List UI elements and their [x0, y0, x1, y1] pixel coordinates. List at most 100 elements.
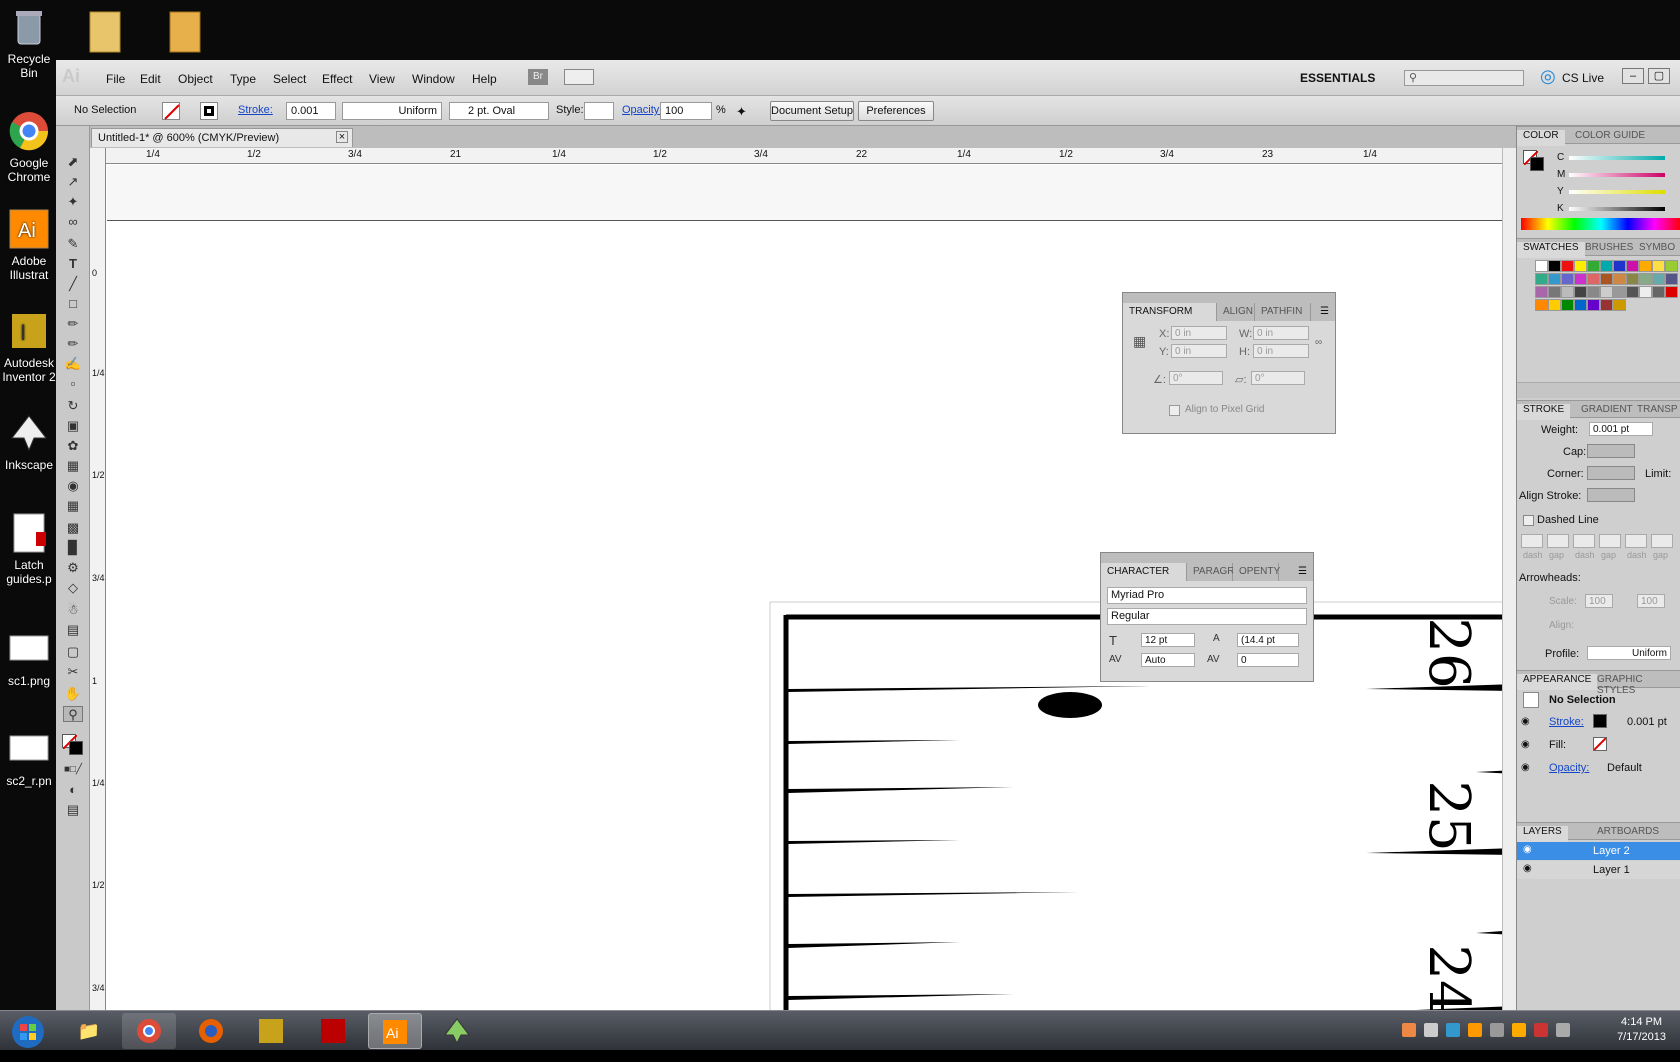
color-swatch[interactable]	[1535, 299, 1548, 311]
graphic-style-picker[interactable]	[584, 102, 614, 120]
stroke-label[interactable]: Stroke:	[238, 104, 273, 116]
color-spectrum[interactable]	[1521, 218, 1680, 230]
type-tool-icon[interactable]: T	[63, 256, 83, 272]
menu-edit[interactable]: Edit	[140, 72, 161, 86]
tab-pathfinder[interactable]: PATHFIN	[1255, 303, 1311, 321]
dash-gap-fields[interactable]: dash gap dash gap dash gap	[1521, 534, 1680, 562]
draw-mode-icon[interactable]: ◐	[63, 782, 83, 798]
desktop-icon-latch-guides[interactable]: Latch guides.p	[0, 512, 58, 586]
color-swatch[interactable]	[1613, 299, 1626, 311]
tab-layers[interactable]: LAYERS	[1517, 826, 1568, 842]
menu-help[interactable]: Help	[472, 72, 497, 86]
perspective-grid-tool-icon[interactable]: ▦	[63, 498, 83, 514]
visibility-eye-icon[interactable]: ◉	[1521, 762, 1530, 773]
desktop-icon-sc1[interactable]: sc1.png	[0, 628, 58, 688]
menu-effect[interactable]: Effect	[322, 72, 352, 86]
color-swatch[interactable]	[1548, 260, 1561, 272]
menu-file[interactable]: File	[106, 72, 125, 86]
tab-artboards[interactable]: ARTBOARDS	[1591, 826, 1665, 837]
appearance-fill-label[interactable]: Fill:	[1549, 739, 1566, 751]
color-swatch[interactable]	[1535, 286, 1548, 298]
arrange-documents-button[interactable]	[564, 69, 594, 85]
rotate-field[interactable]: 0°	[1169, 371, 1223, 385]
desktop-icon-inkscape[interactable]: Inkscape	[0, 412, 58, 472]
direct-selection-tool-icon[interactable]: ↗	[63, 174, 83, 190]
visibility-eye-icon[interactable]: ◉	[1523, 863, 1532, 874]
tab-align[interactable]: ALIGN	[1217, 303, 1255, 321]
vertical-scrollbar[interactable]	[1502, 148, 1516, 1010]
color-swatch[interactable]	[1548, 299, 1561, 311]
font-family-select[interactable]: Myriad Pro	[1107, 587, 1307, 604]
y-field[interactable]: 0 in	[1171, 344, 1227, 358]
color-swatch[interactable]	[1613, 286, 1626, 298]
reference-point-icon[interactable]: ▦	[1133, 333, 1146, 350]
desktop-icon-recycle-bin[interactable]: Recycle Bin	[0, 6, 58, 80]
tray-icon[interactable]	[1512, 1023, 1526, 1037]
arrow-scale-end[interactable]: 100	[1637, 594, 1665, 608]
color-swatch[interactable]	[1587, 286, 1600, 298]
zoom-tool-icon[interactable]: ⚲	[63, 706, 83, 722]
align-stroke-buttons[interactable]	[1587, 488, 1635, 502]
appearance-fill-swatch[interactable]	[1593, 737, 1607, 751]
color-swatch[interactable]	[1652, 286, 1665, 298]
color-mode-icons[interactable]: ■□╱	[63, 762, 83, 778]
x-field[interactable]: 0 in	[1171, 326, 1227, 340]
tab-graphic-styles[interactable]: GRAPHIC STYLES	[1591, 674, 1680, 696]
recolor-artwork-icon[interactable]: ✦	[736, 104, 747, 120]
tray-icon[interactable]	[1468, 1023, 1482, 1037]
tab-character[interactable]: CHARACTER	[1101, 563, 1187, 581]
layer-row-1[interactable]: ◉ Layer 1	[1517, 861, 1680, 879]
visibility-eye-icon[interactable]: ◉	[1521, 716, 1530, 727]
pencil-tool-icon[interactable]: ✏	[63, 336, 83, 352]
color-swatch[interactable]	[1561, 299, 1574, 311]
stroke-weight-field[interactable]: 0.001	[286, 102, 336, 120]
shear-field[interactable]: 0°	[1251, 371, 1305, 385]
color-swatch[interactable]	[1561, 260, 1574, 272]
taskbar-inkscape[interactable]	[430, 1013, 484, 1049]
opacity-field[interactable]: 100	[660, 102, 712, 120]
font-size-field[interactable]: 12 pt	[1141, 633, 1195, 647]
visibility-eye-icon[interactable]: ◉	[1521, 739, 1530, 750]
blend-tool-icon[interactable]: ◇	[63, 580, 83, 596]
start-button[interactable]	[4, 1013, 52, 1049]
h-field[interactable]: 0 in	[1253, 344, 1309, 358]
menu-object[interactable]: Object	[178, 72, 213, 86]
desktop-icon-inventor[interactable]: I Autodesk Inventor 2	[0, 310, 58, 384]
restore-button[interactable]: ▢	[1648, 68, 1670, 84]
workspace-switcher[interactable]: ESSENTIALS	[1300, 71, 1375, 85]
tab-swatches[interactable]: SWATCHES	[1517, 242, 1585, 258]
color-swatch[interactable]	[1574, 299, 1587, 311]
leading-field[interactable]: (14.4 pt	[1237, 633, 1299, 647]
rectangle-tool-icon[interactable]: □	[63, 296, 83, 312]
tab-transparency[interactable]: TRANSP	[1631, 404, 1680, 415]
bridge-button[interactable]: Br	[528, 69, 548, 85]
slice-tool-icon[interactable]: ✂	[63, 664, 83, 680]
color-swatch[interactable]	[1574, 260, 1587, 272]
brush-definition[interactable]: 2 pt. Oval	[449, 102, 549, 120]
desktop-folder-1[interactable]	[84, 6, 124, 53]
taskbar-acrobat[interactable]	[306, 1013, 360, 1049]
column-graph-tool-icon[interactable]: ▤	[63, 622, 83, 638]
dash-gap-field[interactable]	[1651, 534, 1673, 548]
variable-width-profile[interactable]: Uniform	[342, 102, 442, 120]
symbol-sprayer-tool-icon[interactable]: ☃	[63, 602, 83, 618]
panel-header[interactable]	[1101, 553, 1313, 563]
color-swatch[interactable]	[1535, 273, 1548, 285]
color-swatch[interactable]	[1561, 273, 1574, 285]
document-tab[interactable]: Untitled-1* @ 600% (CMYK/Preview) ×	[91, 128, 353, 147]
eyedropper-tool-icon[interactable]: ⚙	[63, 560, 83, 576]
font-style-select[interactable]: Regular	[1107, 608, 1307, 625]
color-swatch[interactable]	[1600, 260, 1613, 272]
panel-menu-icon[interactable]: ☰	[1298, 566, 1307, 577]
swatch-grid[interactable]	[1521, 260, 1678, 388]
profile-select[interactable]: Uniform	[1587, 646, 1671, 660]
color-swatch[interactable]	[1613, 260, 1626, 272]
fill-none-swatch[interactable]	[162, 102, 180, 120]
color-swatch[interactable]	[1561, 286, 1574, 298]
cap-buttons[interactable]	[1587, 444, 1635, 458]
eraser-tool-icon[interactable]: ▫	[63, 376, 83, 392]
color-swatch[interactable]	[1639, 286, 1652, 298]
volume-muted-icon[interactable]	[1534, 1023, 1548, 1037]
preferences-button[interactable]: Preferences	[858, 101, 934, 121]
screen-mode-icon[interactable]: ▤	[63, 802, 83, 818]
